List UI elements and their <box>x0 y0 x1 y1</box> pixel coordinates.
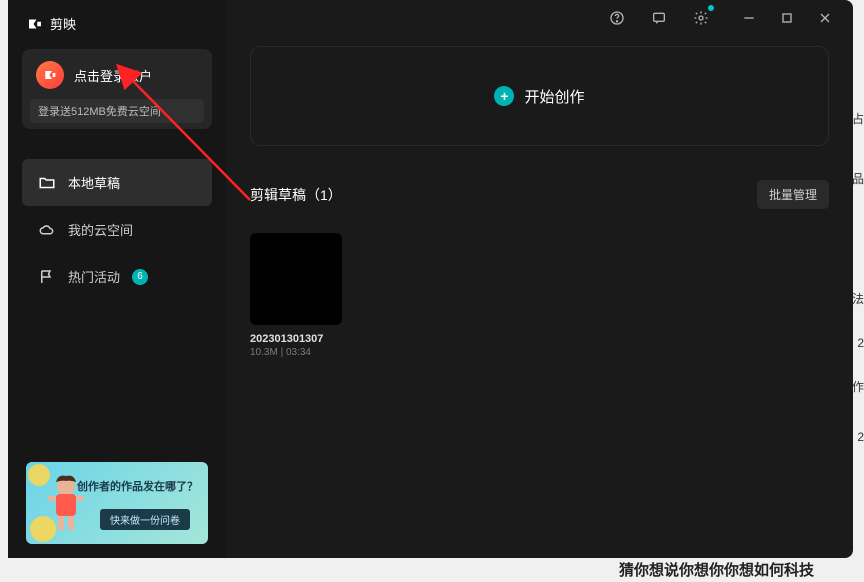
draft-size: 10.3M <box>250 347 278 358</box>
sidebar: 剪映 点击登录账户 登录送512MB免费云空间 本地草稿 <box>8 0 226 558</box>
login-top: 点击登录账户 <box>36 61 198 89</box>
sidebar-item-hot[interactable]: 热门活动 6 <box>22 253 212 300</box>
side-smudge-icon: 2 <box>857 336 864 350</box>
side-smudge-icon: 2 <box>857 430 864 444</box>
sidebar-item-local-drafts[interactable]: 本地草稿 <box>22 159 212 206</box>
settings-badge-icon <box>708 5 714 11</box>
draft-item[interactable]: 202301301307 10.3M | 03:34 <box>250 233 342 358</box>
side-smudge-icon: 品 <box>852 170 864 187</box>
sidebar-item-cloud[interactable]: 我的云空间 <box>22 206 212 253</box>
login-avatar-icon <box>36 61 64 89</box>
drafts-title: 剪辑草稿（1） <box>250 185 342 205</box>
nav-list: 本地草稿 我的云空间 热门活动 6 <box>22 159 212 300</box>
side-smudge-icon: 作 <box>852 378 864 395</box>
draft-thumbnail <box>250 233 342 325</box>
sidebar-item-label: 热门活动 <box>68 267 120 286</box>
close-icon[interactable] <box>811 4 839 32</box>
draft-name: 202301301307 <box>250 333 342 345</box>
draft-grid: 202301301307 10.3M | 03:34 <box>226 209 853 382</box>
drafts-count: （1） <box>306 187 342 203</box>
hot-badge: 6 <box>132 269 148 285</box>
side-smudge-icon: 法 <box>852 290 864 307</box>
titlebar <box>226 0 853 36</box>
help-icon[interactable] <box>603 4 631 32</box>
promo-text: 创作者的作品发在哪了？ <box>77 478 198 494</box>
login-label: 点击登录账户 <box>74 66 152 85</box>
maximize-icon[interactable] <box>773 4 801 32</box>
flag-icon <box>38 268 56 286</box>
login-card[interactable]: 点击登录账户 登录送512MB免费云空间 <box>22 49 212 129</box>
sidebar-item-label: 本地草稿 <box>68 173 120 192</box>
background-text: 猜你想说你想你你想如何科技 <box>619 559 814 580</box>
create-button[interactable]: + 开始创作 <box>250 46 829 146</box>
draft-meta: 10.3M | 03:34 <box>250 347 342 358</box>
cloud-icon <box>38 221 56 239</box>
sidebar-item-label: 我的云空间 <box>68 220 133 239</box>
minimize-icon[interactable] <box>735 4 763 32</box>
window-controls <box>735 4 839 32</box>
side-smudge-icon: 占 <box>852 110 864 127</box>
logo-icon <box>26 15 44 33</box>
promo-card[interactable]: 创作者的作品发在哪了？ 快来做一份问卷 <box>26 462 208 544</box>
draft-duration: 03:34 <box>286 347 311 358</box>
folder-icon <box>38 174 56 192</box>
app-window: 剪映 点击登录账户 登录送512MB免费云空间 本地草稿 <box>8 0 853 558</box>
app-name: 剪映 <box>50 14 76 33</box>
settings-icon[interactable] <box>687 4 715 32</box>
message-icon[interactable] <box>645 4 673 32</box>
batch-manage-button[interactable]: 批量管理 <box>757 180 829 209</box>
promo-cta: 快来做一份问卷 <box>100 509 190 530</box>
app-logo: 剪映 <box>22 14 212 33</box>
create-label: 开始创作 <box>524 86 584 107</box>
main-area: + 开始创作 剪辑草稿（1） 批量管理 202301301307 10.3M |… <box>226 0 853 558</box>
plus-icon: + <box>494 86 514 106</box>
drafts-title-text: 剪辑草稿 <box>250 187 306 203</box>
drafts-header: 剪辑草稿（1） 批量管理 <box>250 180 829 209</box>
login-subtext: 登录送512MB免费云空间 <box>30 99 204 123</box>
